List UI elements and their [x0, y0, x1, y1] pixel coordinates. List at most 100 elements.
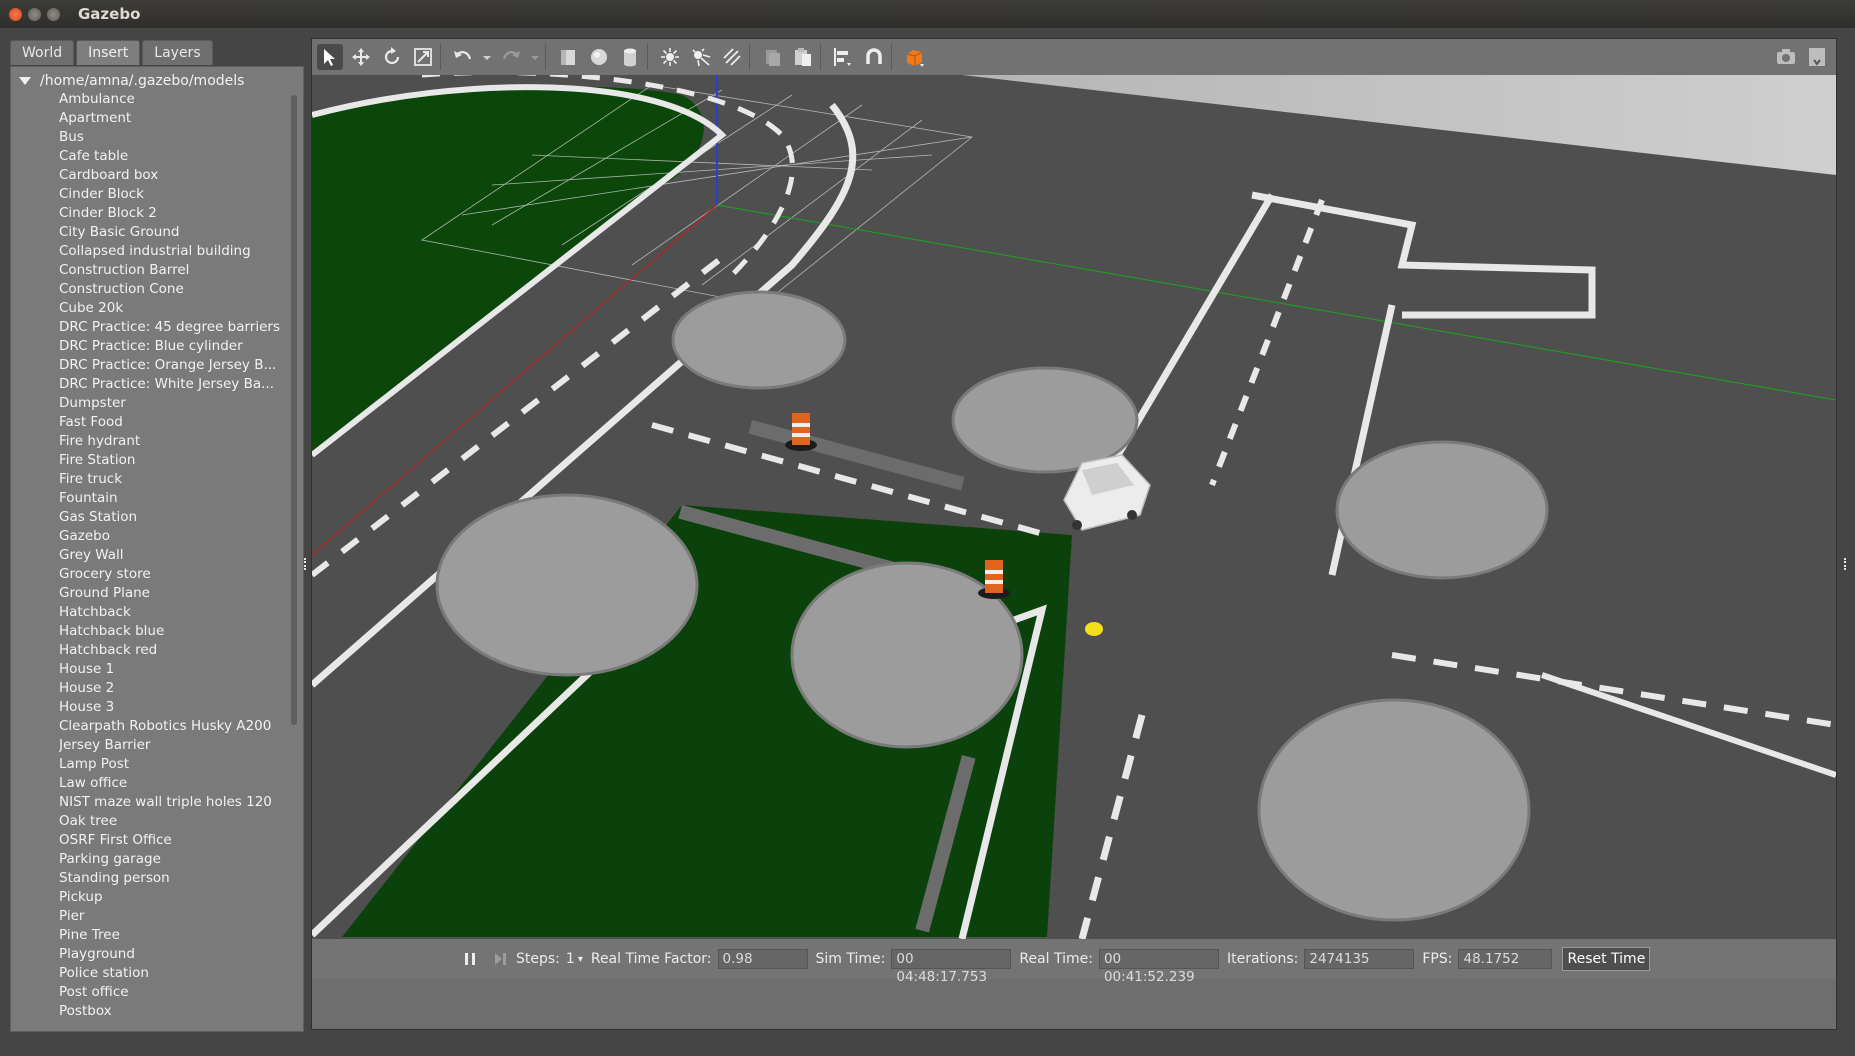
model-list-item[interactable]: Cube 20k — [59, 299, 295, 318]
tab-layers[interactable]: Layers — [142, 40, 213, 65]
model-list-item[interactable]: Gazebo — [59, 527, 295, 546]
box-icon[interactable] — [555, 44, 581, 70]
model-list-item[interactable]: City Basic Ground — [59, 223, 295, 242]
model-list-scrollbar[interactable] — [291, 95, 297, 725]
scene-render[interactable] — [312, 75, 1836, 939]
undo-dropdown-icon[interactable] — [481, 44, 493, 70]
render-window: Steps: 1 ▾ Real Time Factor: 0.98 Sim Ti… — [311, 38, 1837, 1030]
real-time-label: Real Time: — [1019, 951, 1093, 967]
reset-time-button[interactable]: Reset Time — [1562, 947, 1651, 971]
spot-light-icon[interactable] — [688, 44, 714, 70]
model-list-item[interactable]: Gas Station — [59, 508, 295, 527]
iterations-field: 2474135 — [1304, 949, 1415, 969]
model-list-item[interactable]: Construction Cone — [59, 280, 295, 299]
point-light-icon[interactable] — [657, 44, 683, 70]
model-list-item[interactable]: Collapsed industrial building — [59, 242, 295, 261]
minimize-icon[interactable] — [28, 7, 41, 21]
model-list-item[interactable]: DRC Practice: Orange Jersey B... — [59, 356, 295, 375]
model-list-item[interactable]: Playground — [59, 945, 295, 964]
rtf-field: 0.98 — [717, 949, 808, 969]
model-list-item[interactable]: Cardboard box — [59, 166, 295, 185]
redo-icon[interactable] — [498, 44, 524, 70]
model-list-item[interactable]: Fire truck — [59, 470, 295, 489]
model-list-item[interactable]: Apartment — [59, 109, 295, 128]
toolbar-separator — [440, 44, 441, 70]
model-list-item[interactable]: Fire Station — [59, 451, 295, 470]
model-list-item[interactable]: Cinder Block — [59, 185, 295, 204]
model-list-item[interactable]: Fast Food — [59, 413, 295, 432]
panel-splitter-handle[interactable] — [304, 558, 309, 570]
sphere-icon[interactable] — [586, 44, 612, 70]
model-list-item[interactable]: House 2 — [59, 679, 295, 698]
window-title: Gazebo — [78, 5, 141, 23]
model-list-item[interactable]: Dumpster — [59, 394, 295, 413]
model-list-item[interactable]: NIST maze wall triple holes 120 — [59, 793, 295, 812]
model-list-item[interactable]: Ambulance — [59, 90, 295, 109]
model-list-item[interactable]: OSRF First Office — [59, 831, 295, 850]
model-list-item[interactable]: Hatchback blue — [59, 622, 295, 641]
steps-label: Steps: — [516, 951, 560, 967]
model-list-item[interactable]: Standing person — [59, 869, 295, 888]
tab-world[interactable]: World — [10, 40, 75, 65]
model-list-item[interactable]: Parking garage — [59, 850, 295, 869]
close-icon[interactable] — [9, 7, 22, 21]
model-list-item[interactable]: Grocery store — [59, 565, 295, 584]
model-list-item[interactable]: Oak tree — [59, 812, 295, 831]
steps-dropdown-icon[interactable]: ▾ — [578, 954, 583, 965]
model-list-item[interactable]: Jersey Barrier — [59, 736, 295, 755]
fps-field: 48.1752 — [1458, 949, 1553, 969]
step-icon[interactable] — [492, 951, 508, 967]
model-list-item[interactable]: House 3 — [59, 698, 295, 717]
steps-value[interactable]: 1 — [566, 951, 575, 967]
model-list-item[interactable]: Cinder Block 2 — [59, 204, 295, 223]
model-list-item[interactable]: DRC Practice: 45 degree barriers — [59, 318, 295, 337]
select-icon[interactable] — [317, 44, 343, 70]
align-icon[interactable] — [830, 44, 856, 70]
tab-insert[interactable]: Insert — [76, 40, 141, 65]
view-angle-icon[interactable] — [901, 44, 927, 70]
paste-icon[interactable] — [790, 44, 816, 70]
model-path-node[interactable]: /home/amna/.gazebo/models — [19, 73, 244, 89]
directional-light-icon[interactable] — [719, 44, 745, 70]
model-list-item[interactable]: Post office — [59, 983, 295, 1002]
sim-time-label: Sim Time: — [815, 951, 886, 967]
model-list-item[interactable]: Bus — [59, 128, 295, 147]
snap-icon[interactable] — [861, 44, 887, 70]
undo-icon[interactable] — [450, 44, 476, 70]
model-list-item[interactable]: DRC Practice: Blue cylinder — [59, 337, 295, 356]
screenshot-icon[interactable] — [1773, 44, 1799, 70]
model-list-item[interactable]: Law office — [59, 774, 295, 793]
pause-icon[interactable] — [462, 951, 478, 967]
expand-triangle-icon[interactable] — [19, 77, 31, 85]
status-bar: Steps: 1 ▾ Real Time Factor: 0.98 Sim Ti… — [312, 939, 1836, 985]
model-list-item[interactable]: Cafe table — [59, 147, 295, 166]
model-list-item[interactable]: Hatchback red — [59, 641, 295, 660]
model-list-item[interactable]: Hatchback — [59, 603, 295, 622]
scale-icon[interactable] — [410, 44, 436, 70]
translate-icon[interactable] — [348, 44, 374, 70]
model-list-item[interactable]: House 1 — [59, 660, 295, 679]
model-list-item[interactable]: Pier — [59, 907, 295, 926]
model-list-item[interactable]: Lamp Post — [59, 755, 295, 774]
log-icon[interactable] — [1804, 44, 1830, 70]
model-list-item[interactable]: Fire hydrant — [59, 432, 295, 451]
3d-scene-viewport[interactable] — [312, 75, 1836, 939]
toolbar-separator — [749, 44, 750, 70]
right-panel-splitter-handle[interactable] — [1844, 558, 1849, 570]
model-list-item[interactable]: Pine Tree — [59, 926, 295, 945]
model-list-item[interactable]: DRC Practice: White Jersey Ba... — [59, 375, 295, 394]
model-list-item[interactable]: Grey Wall — [59, 546, 295, 565]
model-list-item[interactable]: Construction Barrel — [59, 261, 295, 280]
cylinder-icon[interactable] — [617, 44, 643, 70]
model-list-item[interactable]: Police station — [59, 964, 295, 983]
model-list-item[interactable]: Postbox — [59, 1002, 295, 1021]
model-list-item[interactable]: Fountain — [59, 489, 295, 508]
copy-icon[interactable] — [759, 44, 785, 70]
rotate-icon[interactable] — [379, 44, 405, 70]
model-list-item[interactable]: Clearpath Robotics Husky A200 — [59, 717, 295, 736]
maximize-icon[interactable] — [47, 7, 60, 21]
model-list-item[interactable]: Ground Plane — [59, 584, 295, 603]
redo-dropdown-icon[interactable] — [529, 44, 541, 70]
toolbar-separator — [891, 44, 892, 70]
model-list-item[interactable]: Pickup — [59, 888, 295, 907]
